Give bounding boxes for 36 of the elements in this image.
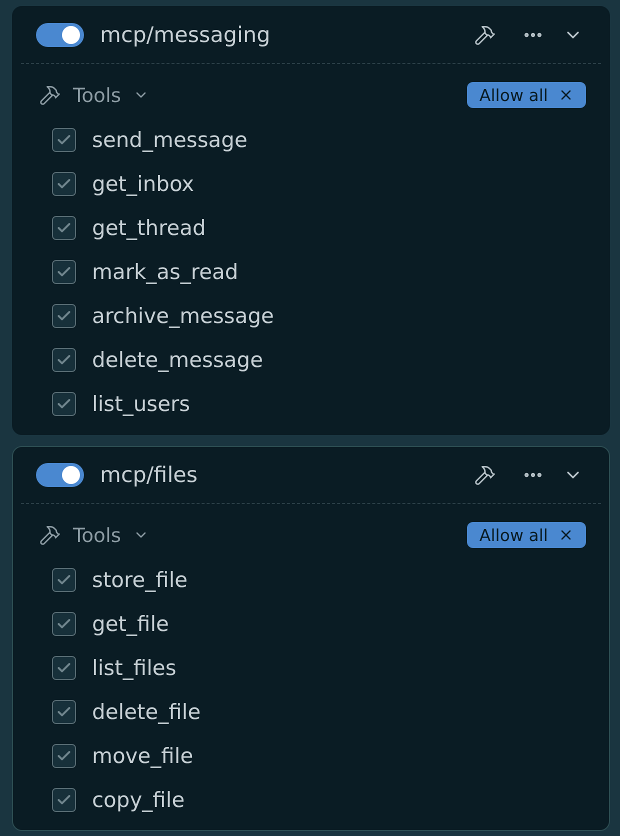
checkbox[interactable] [52,392,76,416]
server-name: mcp/messaging [100,22,272,48]
tool-name: get_inbox [92,172,194,196]
tool-name: mark_as_read [92,260,238,284]
tool-name: list_users [92,392,190,416]
checkbox[interactable] [52,260,76,284]
allow-all-button[interactable]: Allow all [467,82,586,108]
toggle-switch[interactable] [36,463,84,487]
tool-name: get_thread [92,216,206,240]
checkbox[interactable] [52,304,76,328]
tool-name: list_files [92,656,176,680]
tool-name: send_message [92,128,248,152]
tool-name: store_file [92,568,188,592]
allow-all-button[interactable]: Allow all [467,522,586,548]
checkbox[interactable] [52,172,76,196]
checkbox[interactable] [52,612,76,636]
toggle-switch[interactable] [36,23,84,47]
hammer-icon [39,524,61,546]
tools-dropdown[interactable]: Tools [39,524,150,546]
checkbox[interactable] [52,348,76,372]
tool-name: archive_message [92,304,274,328]
checkbox[interactable] [52,656,76,680]
checkbox[interactable] [52,216,76,240]
tools-dropdown[interactable]: Tools [39,84,150,106]
tool-name: get_file [92,612,169,636]
server-name: mcp/files [100,462,199,488]
checkbox[interactable] [52,788,76,812]
tool-name: delete_message [92,348,264,372]
tool-name: delete_file [92,700,201,724]
checkbox[interactable] [52,744,76,768]
checkbox[interactable] [52,700,76,724]
tool-name: copy_file [92,788,185,812]
checkbox[interactable] [52,128,76,152]
tool-name: move_file [92,744,194,768]
checkbox[interactable] [52,568,76,592]
hammer-icon [39,84,61,106]
